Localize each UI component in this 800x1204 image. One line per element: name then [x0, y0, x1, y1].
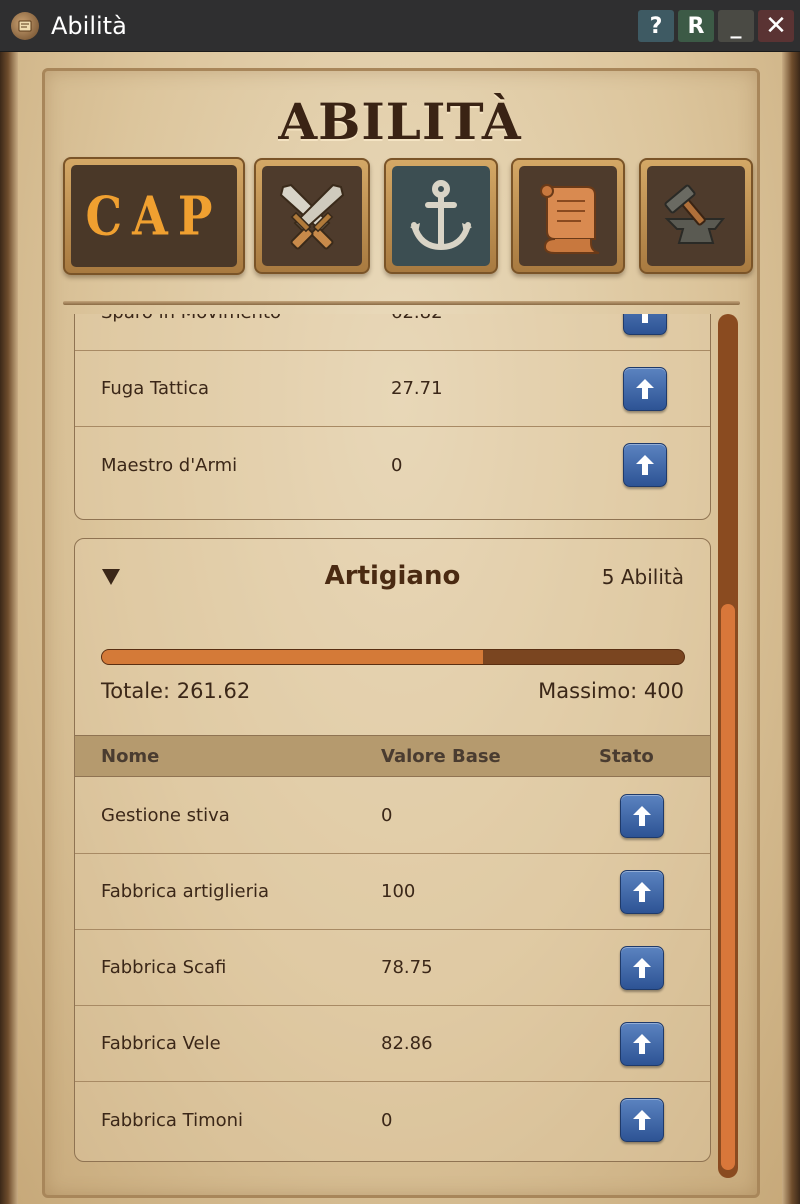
table-header: Nome Valore Base Stato	[75, 735, 710, 777]
column-header-value: Valore Base	[381, 746, 501, 767]
hammer-anvil-icon	[664, 184, 726, 244]
window-title: Abilità	[51, 11, 127, 40]
column-header-status: Stato	[599, 746, 654, 767]
page-title: ABILITÀ	[278, 92, 522, 151]
arrow-up-icon	[633, 1034, 651, 1054]
skill-name: Fabbrica Timoni	[101, 1109, 244, 1131]
table-row: Sparo in Movimento 62.82	[75, 314, 710, 351]
upgrade-button[interactable]	[620, 870, 664, 914]
tab-trade[interactable]	[511, 158, 625, 274]
minimize-button[interactable]: _	[718, 10, 754, 42]
crossed-swords-icon	[279, 183, 345, 250]
tab-combat[interactable]	[254, 158, 370, 274]
upgrade-button[interactable]	[620, 794, 664, 838]
arrow-up-icon	[642, 314, 648, 323]
group-total: Totale: 261.62	[101, 679, 251, 703]
table-row: Fabbrica Scafi 78.75	[75, 930, 710, 1006]
close-button[interactable]: ✕	[758, 10, 794, 42]
upgrade-button[interactable]	[620, 1098, 664, 1142]
tab-cap[interactable]: CAP	[63, 157, 245, 275]
arrow-up-icon	[636, 379, 654, 399]
window-titlebar: Abilità ? R _ ✕	[0, 0, 800, 52]
upgrade-button[interactable]	[620, 946, 664, 990]
anchor-icon	[410, 180, 472, 251]
group-header[interactable]: Artigiano 5 Abilità	[75, 539, 710, 615]
skill-value: 62.82	[391, 314, 443, 323]
scroll-icon	[540, 184, 600, 254]
tab-naval[interactable]	[384, 158, 498, 274]
skill-group-artigiano: Artigiano 5 Abilità Totale: 261.62 Massi…	[74, 538, 711, 1162]
skill-name: Fabbrica Scafi	[101, 957, 227, 978]
skill-value: 27.71	[391, 378, 443, 399]
skill-name: Sparo in Movimento	[101, 314, 281, 323]
column-header-name: Nome	[101, 746, 160, 767]
arrow-up-icon	[633, 882, 651, 902]
skill-name: Fabbrica artiglieria	[101, 881, 270, 902]
tabs-divider	[63, 301, 740, 305]
skill-value: 78.75	[381, 957, 433, 978]
upgrade-button[interactable]	[623, 314, 667, 335]
skill-name: Gestione stiva	[101, 805, 230, 826]
reload-button[interactable]: R	[678, 10, 714, 42]
upgrade-button[interactable]	[620, 1022, 664, 1066]
skill-name: Maestro d'Armi	[101, 454, 238, 476]
upgrade-button[interactable]	[623, 367, 667, 411]
app-icon	[11, 11, 39, 40]
skill-name: Fabbrica Vele	[101, 1033, 221, 1054]
table-row: Fuga Tattica 27.71	[75, 351, 710, 427]
table-row: Fabbrica Vele 82.86	[75, 1006, 710, 1082]
table-row: Fabbrica Timoni 0	[75, 1082, 710, 1158]
arrow-up-icon	[633, 958, 651, 978]
arrow-up-icon	[636, 455, 654, 475]
scrollbar-track[interactable]	[718, 314, 738, 1178]
scrollbar-thumb[interactable]	[721, 604, 735, 1170]
help-button[interactable]: ?	[638, 10, 674, 42]
skill-group-previous: Sparo in Movimento 62.82 Fuga Tattica 27…	[74, 314, 711, 520]
group-skill-count: 5 Abilità	[601, 565, 684, 589]
skill-value: 82.86	[381, 1033, 433, 1054]
skill-name: Fuga Tattica	[101, 378, 210, 399]
progress-fill	[102, 650, 483, 664]
skills-scroll-area[interactable]: Sparo in Movimento 62.82 Fuga Tattica 27…	[60, 314, 720, 1174]
cap-text-icon: CAP	[85, 184, 223, 248]
group-progress-bar	[101, 649, 685, 665]
group-max: Massimo: 400	[538, 679, 684, 703]
skill-value: 0	[391, 454, 403, 476]
arrow-up-icon	[633, 806, 651, 826]
skill-value: 0	[381, 805, 393, 826]
table-row: Fabbrica artiglieria 100	[75, 854, 710, 930]
skill-value: 0	[381, 1109, 393, 1131]
upgrade-button[interactable]	[623, 443, 667, 487]
skill-value: 100	[381, 881, 416, 902]
arrow-up-icon	[633, 1110, 651, 1130]
table-row: Gestione stiva 0	[75, 778, 710, 854]
tab-craft[interactable]	[639, 158, 753, 274]
table-row: Maestro d'Armi 0	[75, 427, 710, 503]
